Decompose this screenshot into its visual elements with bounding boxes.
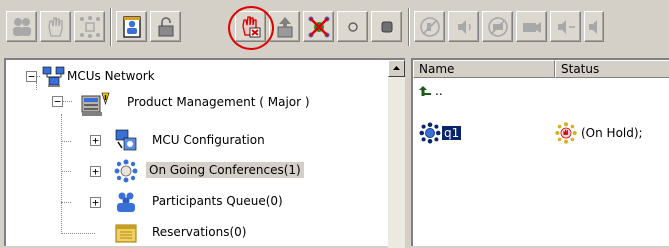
camera-button[interactable] bbox=[516, 11, 547, 42]
mcu-expander[interactable]: − bbox=[52, 96, 63, 107]
person-card-button[interactable] bbox=[116, 11, 147, 42]
tree-item-label[interactable]: MCU Configuration bbox=[149, 132, 268, 148]
square-icon bbox=[381, 21, 393, 33]
column-header-status[interactable]: Status bbox=[555, 60, 669, 78]
conference-row-name[interactable]: q1 bbox=[442, 126, 462, 140]
hand-button[interactable] bbox=[40, 11, 71, 42]
tree-connector bbox=[61, 141, 71, 142]
reservations-icon bbox=[115, 224, 137, 243]
network-button[interactable] bbox=[74, 11, 105, 42]
no-video-button[interactable] bbox=[482, 11, 513, 42]
speaker-icon bbox=[458, 20, 471, 34]
toolbar-separator bbox=[110, 8, 112, 46]
mute-button[interactable] bbox=[414, 11, 445, 42]
lock-button[interactable] bbox=[150, 11, 181, 42]
person-card-icon bbox=[123, 16, 141, 38]
conference-icon[interactable] bbox=[419, 122, 441, 144]
disconnect-network-icon bbox=[308, 16, 330, 38]
disconnect-button[interactable] bbox=[303, 11, 334, 42]
square-button[interactable] bbox=[371, 11, 402, 42]
circle-icon bbox=[348, 22, 358, 32]
ongoing-conferences-icon bbox=[114, 159, 138, 183]
tree-vertical-scrollbar[interactable] bbox=[388, 60, 405, 248]
network-icon bbox=[80, 16, 100, 38]
tree-item-label[interactable]: Participants Queue(0) bbox=[149, 193, 286, 209]
participants-button[interactable] bbox=[6, 11, 37, 42]
hold-button[interactable] bbox=[235, 11, 266, 42]
tree-panel: − MCUs Network − Product Management ( Ma… bbox=[4, 58, 405, 248]
tree-connector bbox=[62, 101, 72, 102]
mcu-configuration-expander[interactable]: + bbox=[90, 135, 101, 146]
on-hold-status-icon bbox=[555, 122, 577, 144]
conference-name-selected[interactable]: q1 bbox=[442, 126, 462, 140]
lock-icon bbox=[158, 17, 174, 37]
no-video-icon bbox=[488, 17, 508, 37]
camera-icon bbox=[523, 22, 541, 33]
tree-mcu-label[interactable]: Product Management ( Major ) bbox=[124, 94, 313, 110]
hold-hand-icon bbox=[242, 16, 261, 38]
tree-item-label[interactable]: Reservations(0) bbox=[149, 224, 249, 240]
ongoing-conferences-expander[interactable]: + bbox=[90, 166, 101, 177]
hand-icon bbox=[48, 17, 63, 37]
column-header-name[interactable]: Name bbox=[413, 60, 555, 78]
participants-queue-icon bbox=[117, 192, 135, 212]
toolbar bbox=[0, 0, 669, 56]
tree-connector bbox=[61, 233, 95, 234]
toolbar-separator bbox=[408, 8, 410, 46]
volume-left-button[interactable] bbox=[550, 11, 581, 42]
speaker-button[interactable] bbox=[448, 11, 479, 42]
scroll-up-button[interactable] bbox=[388, 60, 405, 77]
tree-root-label[interactable]: MCUs Network bbox=[64, 68, 158, 84]
volume-right-button[interactable] bbox=[584, 11, 604, 42]
mcu-configuration-icon bbox=[115, 129, 137, 151]
tree-connector bbox=[61, 171, 71, 172]
volume-left-icon bbox=[558, 20, 575, 34]
participants-queue-expander[interactable]: + bbox=[90, 197, 101, 208]
tree-connector bbox=[36, 82, 37, 90]
arrow-up-icon bbox=[393, 66, 400, 70]
participants-icon bbox=[13, 18, 31, 36]
tree-connector bbox=[61, 114, 62, 234]
mute-icon bbox=[420, 17, 440, 37]
volume-right-icon bbox=[589, 20, 597, 34]
list-panel: Name Status .. q1 (On Hold); bbox=[411, 58, 669, 246]
move-up-icon bbox=[277, 17, 293, 38]
tree-connector bbox=[61, 202, 71, 203]
mcu-network-icon bbox=[42, 66, 65, 87]
up-level-icon[interactable] bbox=[419, 84, 433, 98]
conference-row-status: (On Hold); bbox=[581, 126, 643, 140]
circle-button[interactable] bbox=[337, 11, 368, 42]
tree-item-label-selected[interactable]: On Going Conferences(1) bbox=[146, 162, 304, 178]
root-expander[interactable]: − bbox=[26, 71, 37, 82]
mcu-server-icon bbox=[81, 92, 110, 116]
up-level-label[interactable]: .. bbox=[435, 84, 443, 98]
move-up-button[interactable] bbox=[269, 11, 300, 42]
